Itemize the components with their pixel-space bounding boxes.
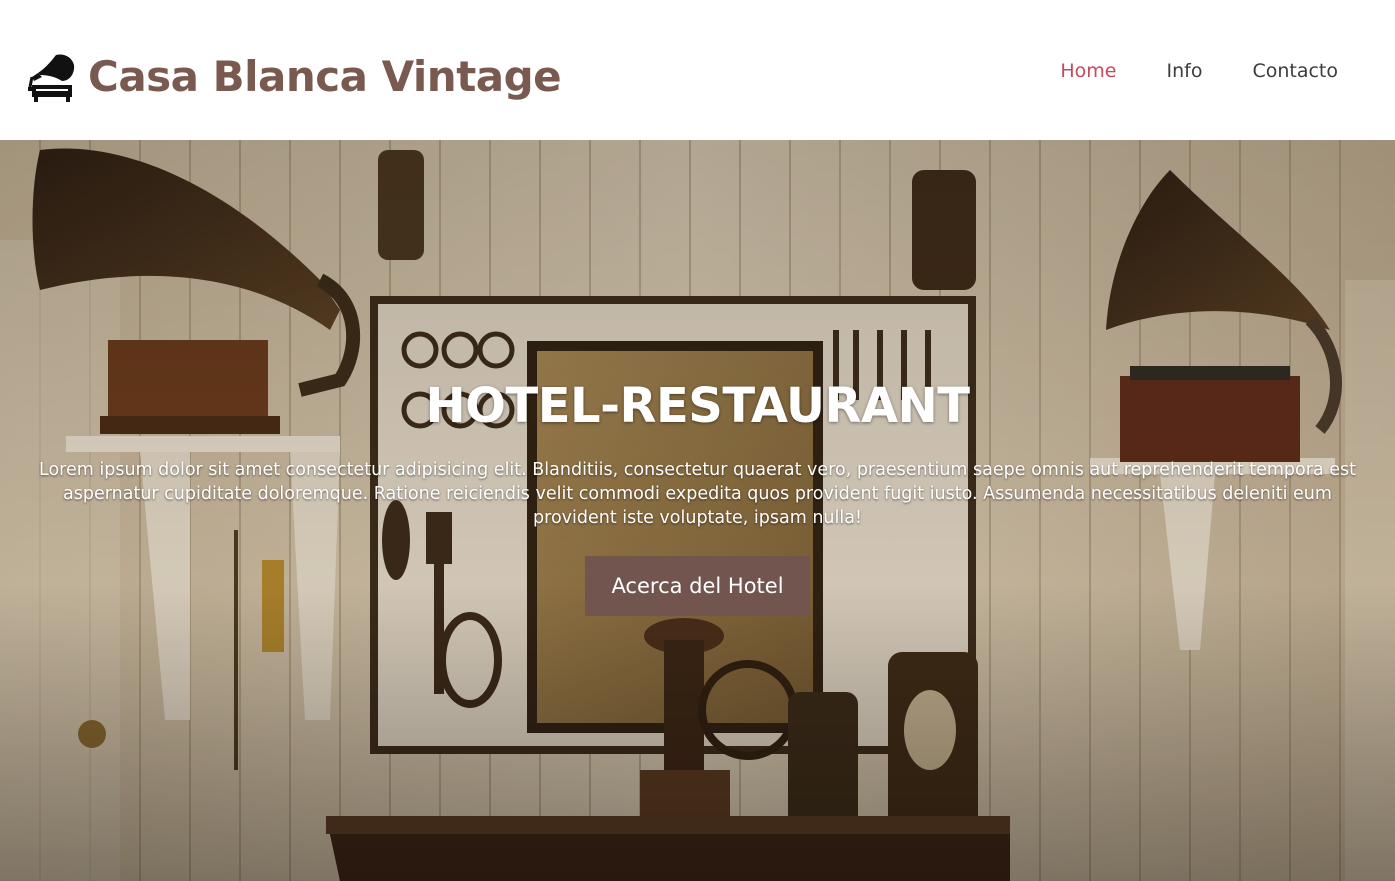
- nav-info-link[interactable]: Info: [1166, 58, 1202, 84]
- site-header: Casa Blanca Vintage Home Info Contacto: [0, 0, 1395, 140]
- about-hotel-button[interactable]: Acerca del Hotel: [585, 556, 810, 616]
- hero-title: HOTEL-RESTAURANT: [425, 378, 970, 434]
- brand-title: Casa Blanca Vintage: [88, 52, 562, 101]
- hero-description: Lorem ipsum dolor sit amet consectetur a…: [39, 460, 1356, 528]
- nav-home-link[interactable]: Home: [1060, 58, 1116, 84]
- main-nav: Home Info Contacto: [1060, 58, 1338, 84]
- gramophone-icon: [28, 54, 75, 102]
- hero-content: HOTEL-RESTAURANT Lorem ipsum dolor sit a…: [0, 378, 1395, 616]
- hero-section: HOTEL-RESTAURANT Lorem ipsum dolor sit a…: [0, 140, 1395, 881]
- brand[interactable]: Casa Blanca Vintage: [26, 48, 562, 106]
- nav-contacto-link[interactable]: Contacto: [1252, 58, 1338, 84]
